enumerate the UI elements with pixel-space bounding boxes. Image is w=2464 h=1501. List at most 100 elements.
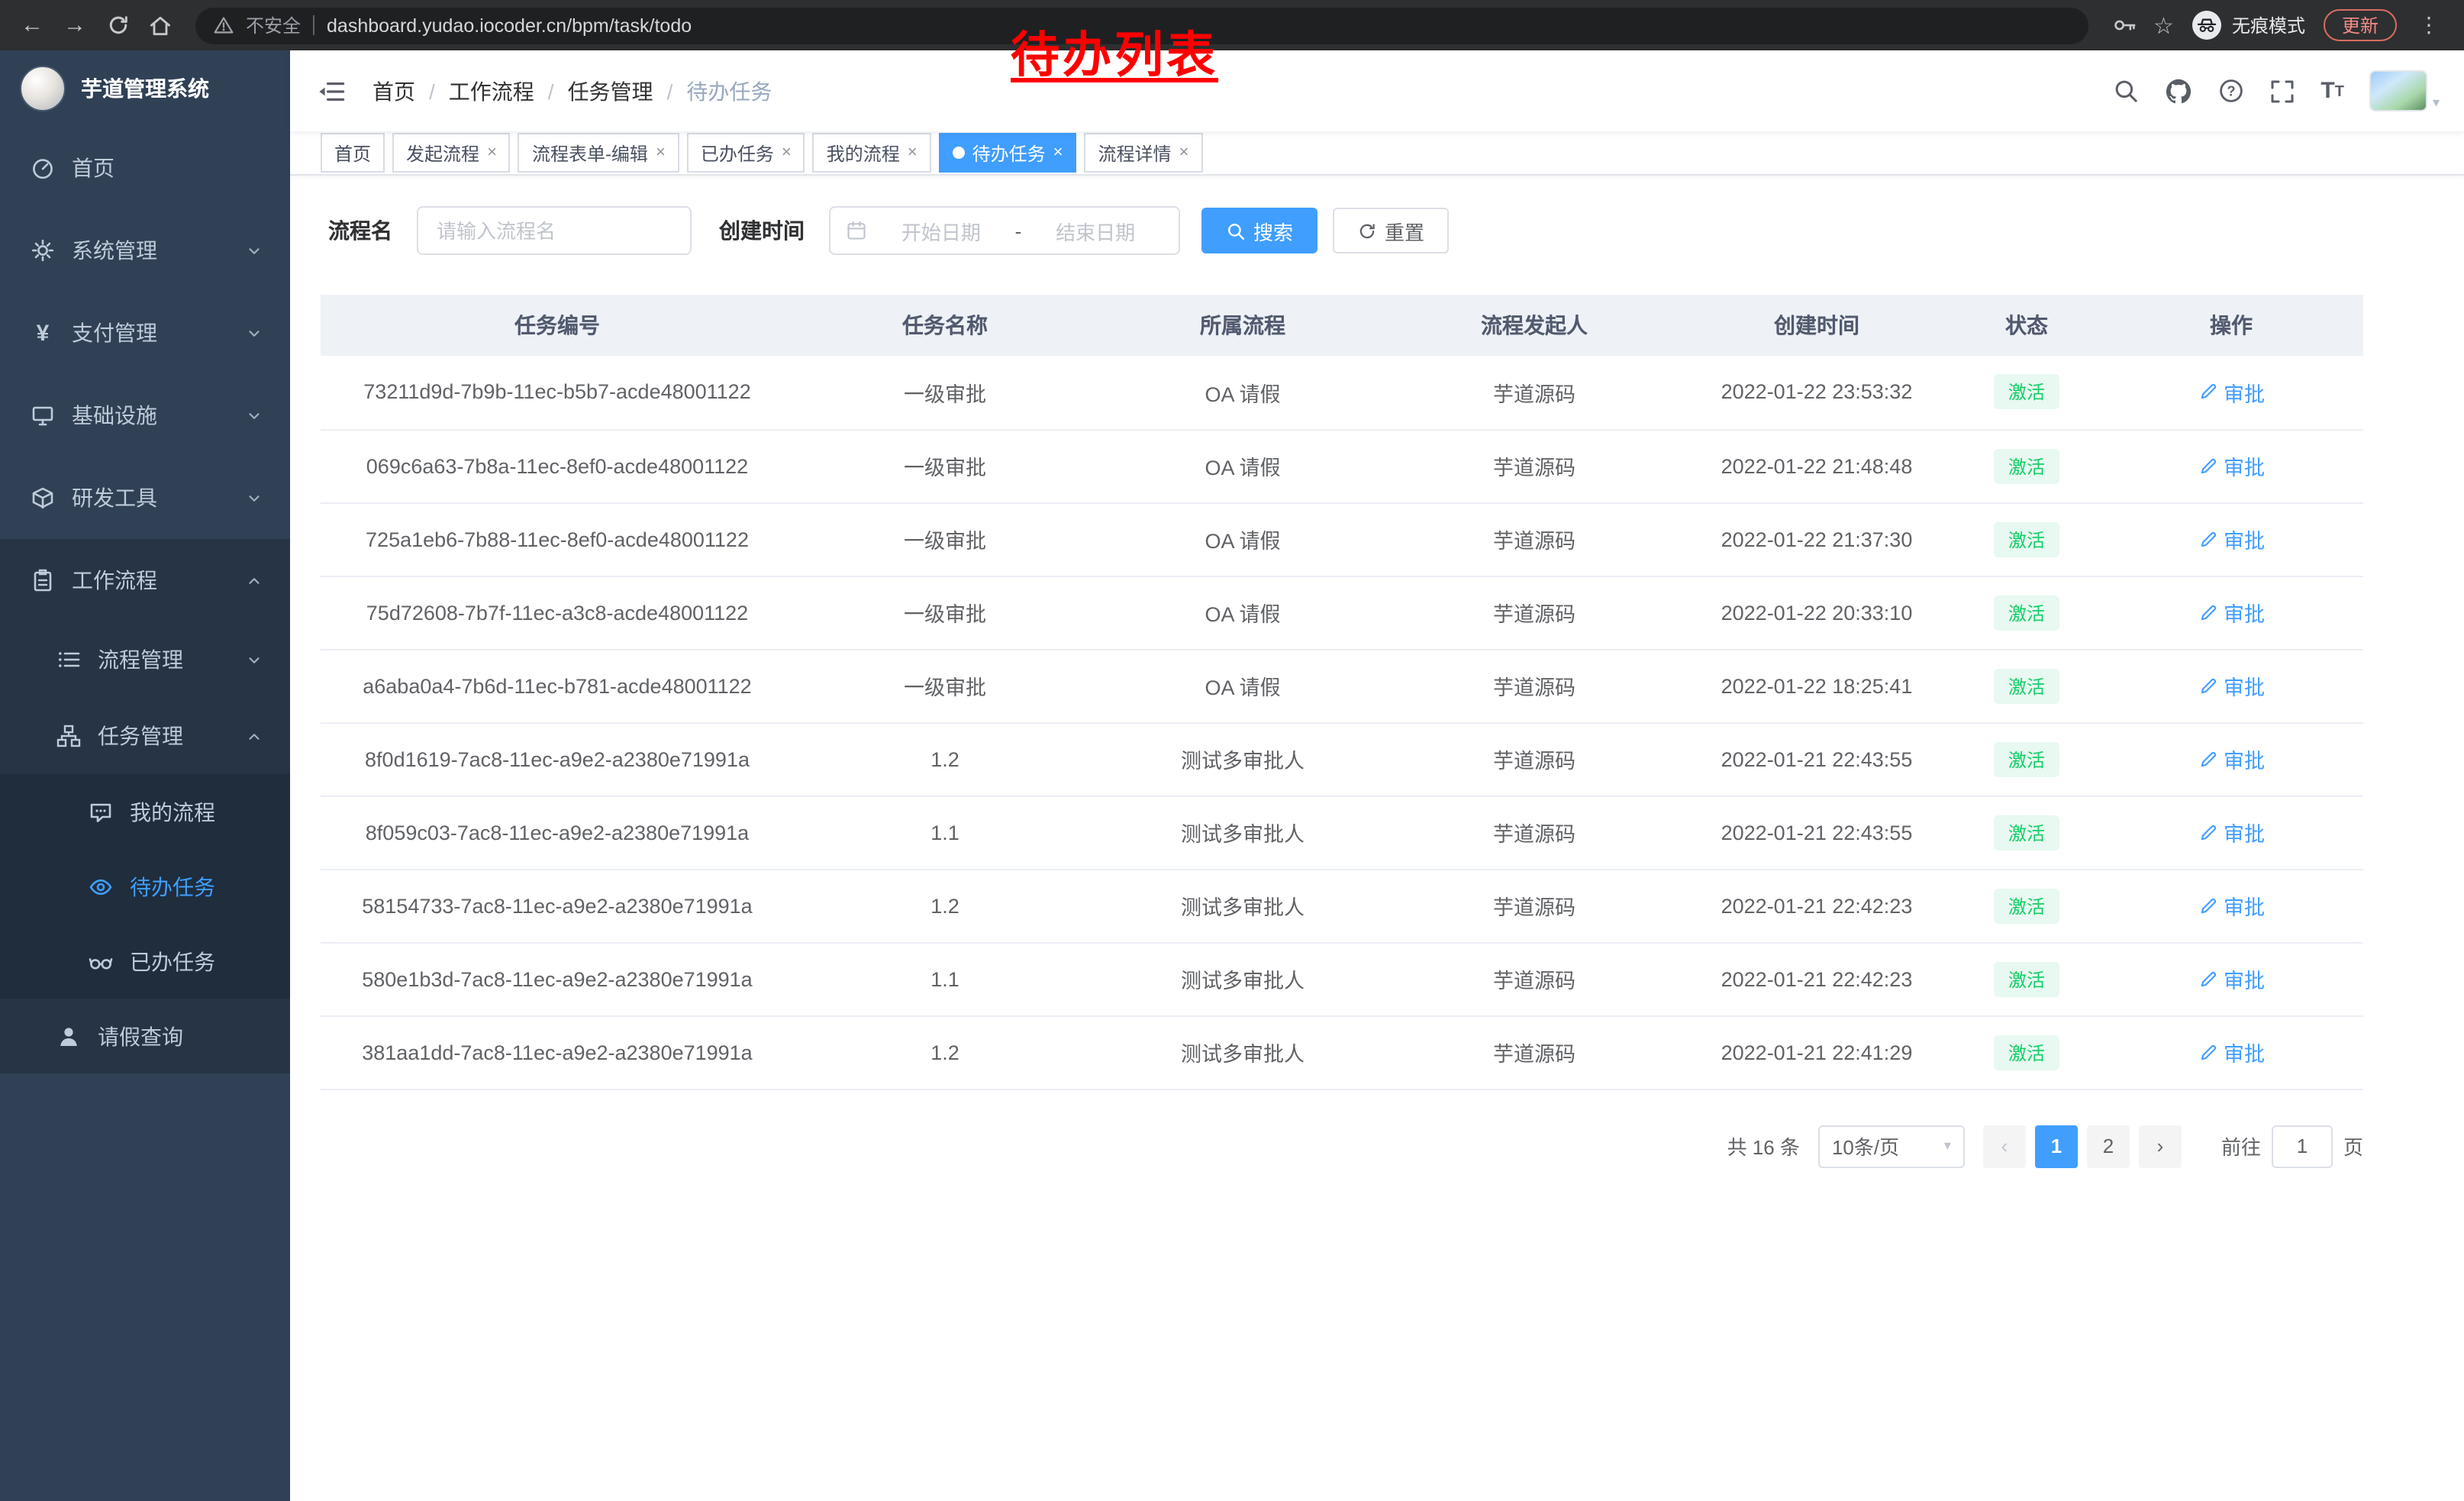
glasses-icon bbox=[89, 949, 113, 973]
goto-page-input[interactable] bbox=[2272, 1125, 2333, 1167]
bookmark-star-icon[interactable]: ☆ bbox=[2153, 11, 2174, 39]
sidebar-item-devtools[interactable]: 研发工具 bbox=[0, 457, 290, 539]
date-range-picker[interactable]: 开始日期 - 结束日期 bbox=[829, 206, 1180, 255]
table-row: 381aa1dd-7ac8-11ec-a9e2-a2380e71991a 1.2… bbox=[321, 1015, 2363, 1089]
process-name-input[interactable] bbox=[417, 206, 692, 255]
breadcrumb-separator: / bbox=[548, 79, 554, 103]
sidebar-item-process-management[interactable]: 流程管理 bbox=[0, 621, 290, 698]
cell-task-id: 069c6a63-7b8a-11ec-8ef0-acde48001122 bbox=[321, 429, 794, 502]
approve-link[interactable]: 审批 bbox=[2198, 377, 2265, 408]
tab-close-icon[interactable]: × bbox=[782, 144, 792, 161]
status-badge: 激活 bbox=[1995, 375, 2059, 410]
user-avatar[interactable]: ▾ bbox=[2370, 70, 2440, 111]
tab-form-edit[interactable]: 流程表单-编辑× bbox=[518, 133, 679, 173]
cell-create-time: 2022-01-21 22:42:23 bbox=[1679, 942, 1954, 1015]
cell-create-time: 2022-01-22 21:48:48 bbox=[1679, 429, 1954, 502]
reload-icon[interactable] bbox=[98, 5, 137, 45]
cell-create-time: 2022-01-22 23:53:32 bbox=[1679, 356, 1954, 429]
home-icon[interactable] bbox=[140, 5, 180, 45]
forward-icon[interactable]: → bbox=[55, 5, 95, 45]
sidebar-item-workflow[interactable]: 工作流程 bbox=[0, 539, 290, 621]
table-row: 8f0d1619-7ac8-11ec-a9e2-a2380e71991a 1.2… bbox=[321, 722, 2363, 796]
search-icon[interactable] bbox=[2113, 78, 2139, 104]
breadcrumb: 首页 / 工作流程 / 任务管理 / 待办任务 bbox=[373, 76, 772, 106]
breadcrumb-item-workflow[interactable]: 工作流程 bbox=[449, 76, 534, 106]
font-size-icon[interactable]: TT bbox=[2320, 79, 2344, 102]
update-button[interactable]: 更新 bbox=[2324, 9, 2397, 41]
page-size-select[interactable]: 10条/页 ▾ bbox=[1818, 1125, 1965, 1167]
sidebar-item-leave-query[interactable]: 请假查询 bbox=[0, 999, 290, 1073]
approve-link[interactable]: 审批 bbox=[2198, 450, 2265, 481]
github-icon[interactable] bbox=[2165, 77, 2192, 105]
incognito-label: 无痕模式 bbox=[2232, 12, 2305, 38]
key-icon[interactable] bbox=[2112, 14, 2135, 37]
sidebar-item-todo-tasks[interactable]: 待办任务 bbox=[0, 849, 290, 924]
address-bar[interactable]: 不安全 dashboard.yudao.iocoder.cn/bpm/task/… bbox=[195, 7, 2088, 44]
tab-todo-tasks[interactable]: 待办任务× bbox=[939, 133, 1077, 173]
table-row: 069c6a63-7b8a-11ec-8ef0-acde48001122 一级审… bbox=[321, 429, 2363, 502]
sidebar-item-my-processes[interactable]: 我的流程 bbox=[0, 774, 290, 849]
search-button[interactable]: 搜索 bbox=[1201, 208, 1317, 253]
edit-pencil-icon bbox=[2198, 456, 2217, 476]
approve-link[interactable]: 审批 bbox=[2198, 890, 2265, 921]
user-icon bbox=[56, 1024, 81, 1048]
cell-process: OA 请假 bbox=[1096, 576, 1389, 649]
sidebar-item-task-management[interactable]: 任务管理 bbox=[0, 698, 290, 774]
dashboard-icon bbox=[31, 156, 55, 180]
tab-close-icon[interactable]: × bbox=[1179, 144, 1189, 161]
end-date-placeholder: 结束日期 bbox=[1027, 216, 1163, 245]
tab-close-icon[interactable]: × bbox=[656, 144, 666, 161]
sidebar-item-done-tasks[interactable]: 已办任务 bbox=[0, 924, 290, 999]
cell-status: 激活 bbox=[1954, 796, 2099, 869]
approve-link[interactable]: 审批 bbox=[2198, 817, 2265, 847]
tab-close-icon[interactable]: × bbox=[908, 144, 918, 161]
next-page-button[interactable]: › bbox=[2139, 1125, 2182, 1167]
approve-link[interactable]: 审批 bbox=[2198, 597, 2265, 628]
approve-link[interactable]: 审批 bbox=[2198, 524, 2265, 554]
prev-page-button[interactable]: ‹ bbox=[1983, 1125, 2026, 1167]
approve-link[interactable]: 审批 bbox=[2198, 1037, 2265, 1067]
breadcrumb-item-task-management[interactable]: 任务管理 bbox=[568, 76, 653, 106]
status-badge: 激活 bbox=[1995, 961, 2059, 996]
fullscreen-icon[interactable] bbox=[2270, 79, 2295, 103]
tab-my-processes[interactable]: 我的流程× bbox=[813, 133, 931, 173]
cell-task-id: 73211d9d-7b9b-11ec-b5b7-acde48001122 bbox=[321, 356, 794, 429]
cell-task-id: 381aa1dd-7ac8-11ec-a9e2-a2380e71991a bbox=[321, 1015, 794, 1089]
tab-close-icon[interactable]: × bbox=[1053, 144, 1063, 161]
logo[interactable]: 芋道管理系统 bbox=[0, 50, 290, 127]
cell-task-id: a6aba0a4-7b6d-11ec-b781-acde48001122 bbox=[321, 649, 794, 722]
tab-home[interactable]: 首页 bbox=[321, 133, 385, 173]
col-actions: 操作 bbox=[2099, 295, 2363, 356]
sidebar-item-system[interactable]: 系统管理 bbox=[0, 209, 290, 292]
tab-start-process[interactable]: 发起流程× bbox=[392, 133, 511, 173]
page-button-1[interactable]: 1 bbox=[2035, 1125, 2078, 1167]
approve-link[interactable]: 审批 bbox=[2198, 744, 2265, 774]
tab-done-tasks[interactable]: 已办任务× bbox=[687, 133, 805, 173]
tab-close-icon[interactable]: × bbox=[487, 144, 497, 161]
cell-task-name: 1.1 bbox=[794, 942, 1096, 1015]
cell-process: 测试多审批人 bbox=[1096, 869, 1389, 942]
cell-starter: 芋道源码 bbox=[1389, 1015, 1679, 1089]
tab-process-detail[interactable]: 流程详情× bbox=[1085, 133, 1203, 173]
cell-task-id: 725a1eb6-7b88-11ec-8ef0-acde48001122 bbox=[321, 502, 794, 576]
cell-status: 激活 bbox=[1954, 576, 2099, 649]
breadcrumb-item-home[interactable]: 首页 bbox=[373, 76, 415, 106]
sidebar-item-payment[interactable]: ¥ 支付管理 bbox=[0, 292, 290, 374]
calendar-icon bbox=[846, 220, 867, 241]
sidebar-collapse-icon[interactable] bbox=[318, 79, 345, 103]
browser-menu-icon[interactable]: ⋮ bbox=[2415, 12, 2443, 38]
gear-icon bbox=[31, 238, 55, 263]
approve-link[interactable]: 审批 bbox=[2198, 670, 2265, 701]
approve-link[interactable]: 审批 bbox=[2198, 964, 2265, 994]
help-icon[interactable]: ? bbox=[2218, 78, 2244, 104]
start-date-placeholder: 开始日期 bbox=[873, 216, 1009, 245]
reset-button[interactable]: 重置 bbox=[1333, 208, 1449, 253]
cell-task-name: 一级审批 bbox=[794, 429, 1096, 502]
avatar-caret-icon: ▾ bbox=[2433, 95, 2440, 111]
sidebar-item-home[interactable]: 首页 bbox=[0, 127, 290, 209]
page-button-2[interactable]: 2 bbox=[2087, 1125, 2130, 1167]
sidebar-item-infrastructure[interactable]: 基础设施 bbox=[0, 374, 290, 457]
cell-actions: 审批 bbox=[2099, 649, 2363, 722]
cell-actions: 审批 bbox=[2099, 942, 2363, 1015]
back-icon[interactable]: ← bbox=[12, 5, 52, 45]
